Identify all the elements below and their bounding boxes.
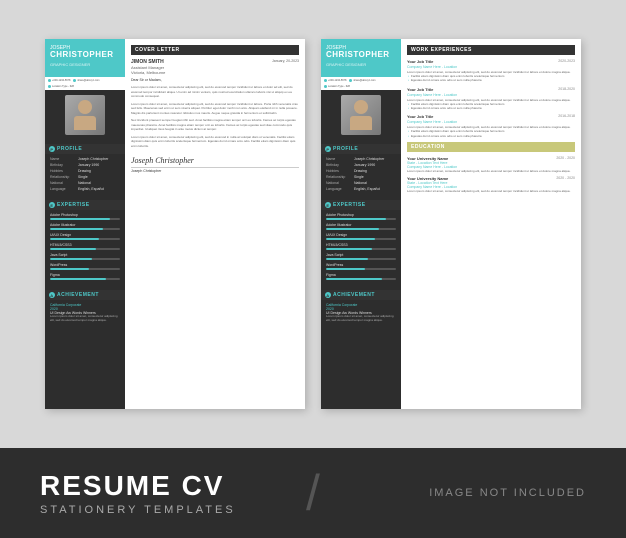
skill-uiux: UI/UX Design	[50, 233, 120, 240]
profile-lang-row: Language English, Español	[50, 187, 120, 191]
expertise-content-1: Adobe Photoshop Adobe Illustrator UI/UX …	[45, 210, 125, 286]
address-1: Location Type - 628	[48, 85, 74, 88]
achievement-content-2: California Corporate 2020 UI Design Aw W…	[321, 300, 401, 329]
cover-para-1: Lorem ipsum dolor sit amet, consectetur …	[131, 85, 299, 99]
banner-subtitle: STATIONERY TEMPLATES	[40, 504, 286, 516]
cover-letter-title: COVER LETTER	[131, 45, 299, 55]
last-name-2: CHRISTOPHER	[326, 51, 396, 60]
sidebar-header-2: JOSEPH CHRISTOPHER GRAPHIC DESIGNER	[321, 39, 401, 77]
head-shape-2	[354, 100, 368, 114]
resume-card-2: JOSEPH CHRISTOPHER GRAPHIC DESIGNER +000…	[321, 39, 581, 409]
edu-title: EDUCATION	[407, 142, 575, 152]
profile-name-row: Name Joseph Christopher	[50, 157, 120, 161]
edu-item-2: Your University Name State - Location Te…	[407, 176, 575, 193]
main-container: JOSEPH CHRISTOPHER GRAPHIC DESIGNER +000…	[0, 0, 626, 538]
phone-2: +000-1234-5678	[324, 79, 346, 82]
skill-js: Java Script	[50, 253, 120, 260]
achievement-icon-1: A	[49, 292, 55, 298]
skill-figma: Figma	[50, 273, 120, 280]
body-shape-2	[350, 116, 372, 130]
contact-bar-1: +000-1234-5678 share@abcxyz.com Location…	[45, 77, 125, 90]
sidebar-2: JOSEPH CHRISTOPHER GRAPHIC DESIGNER +000…	[321, 39, 401, 409]
profile-label-1: P PROFILE	[45, 144, 125, 154]
signature-text: Joseph Christopher	[131, 156, 299, 165]
job-title-2: GRAPHIC DESIGNER	[326, 62, 396, 67]
profile-icon-2: P	[325, 146, 331, 152]
email-2: share@abcxyz.com	[349, 79, 375, 82]
email-1: share@abcxyz.com	[73, 79, 99, 82]
banner-note: IMAGE NOT INCLUDED	[429, 487, 586, 499]
photo-2	[341, 95, 381, 135]
skill-photoshop: Adobe Photoshop	[50, 213, 120, 220]
work-exp-title: WORK EXPERIENCES	[407, 45, 575, 55]
head-shape-1	[78, 100, 92, 114]
resume-card-1: JOSEPH CHRISTOPHER GRAPHIC DESIGNER +000…	[45, 39, 305, 409]
profile-nation-row: National National	[50, 181, 120, 185]
profile-icon-1: P	[49, 146, 55, 152]
profile-bday-row: Birthday January 1990	[50, 163, 120, 167]
cover-para-4: Lorem ipsum dolor sit amet, consectetur …	[131, 135, 299, 149]
profile-content-2: Name Joseph Christopher Birthday January…	[321, 154, 401, 196]
job-title-1: GRAPHIC DESIGNER	[50, 62, 120, 67]
last-name-1: CHRISTOPHER	[50, 51, 120, 60]
achievement-icon-2: A	[325, 292, 331, 298]
expertise-icon-1: E	[49, 202, 55, 208]
achievement-label-1: A ACHIEVEMENT	[45, 290, 125, 300]
body-shape-1	[74, 116, 96, 130]
expertise-content-2: Adobe Photoshop Adobe Illustrator UI/UX …	[321, 210, 401, 286]
profile-hobbies-row: Hobbies Drawing	[50, 169, 120, 173]
banner-right: IMAGE NOT INCLUDED	[340, 487, 586, 499]
signature-label: Joseph Christopher	[131, 167, 299, 173]
top-section: JOSEPH CHRISTOPHER GRAPHIC DESIGNER +000…	[0, 0, 626, 448]
person-silhouette-1	[74, 100, 96, 130]
sidebar-header-1: JOSEPH CHRISTOPHER GRAPHIC DESIGNER	[45, 39, 125, 77]
main-content-1: COVER LETTER JIMON SMITH Assistant Manag…	[125, 39, 305, 409]
photo-1	[65, 95, 105, 135]
photo-placeholder-1	[65, 95, 105, 135]
work-item-3: Your Job Title 2016-2018 Company Name He…	[407, 114, 575, 138]
bottom-banner: RESUME CV STATIONERY TEMPLATES / IMAGE N…	[0, 448, 626, 538]
edu-item-1: Your University Name State - Location Te…	[407, 156, 575, 173]
photo-placeholder-2	[341, 95, 381, 135]
banner-left: RESUME CV STATIONERY TEMPLATES	[40, 470, 286, 516]
profile-label-2: P PROFILE	[321, 144, 401, 154]
skill-html: HTML5/CSS3	[50, 243, 120, 250]
contact-bar-2: +000-1234-5678 share@abcxyz.com Location…	[321, 77, 401, 90]
profile-rel-row: Relationship Single	[50, 175, 120, 179]
cover-greeting: Dear Sir or Madam,	[131, 78, 299, 82]
expertise-icon-2: E	[325, 202, 331, 208]
expertise-label-1: E EXPERTISE	[45, 200, 125, 210]
cover-meta: JIMON SMITH Assistant Manager Victoria, …	[131, 59, 299, 75]
profile-content-1: Name Joseph Christopher Birthday January…	[45, 154, 125, 196]
banner-divider: /	[306, 468, 320, 518]
expertise-label-2: E EXPERTISE	[321, 200, 401, 210]
banner-title: RESUME CV	[40, 470, 286, 502]
achievement-label-2: A ACHIEVEMENT	[321, 290, 401, 300]
sidebar-1: JOSEPH CHRISTOPHER GRAPHIC DESIGNER +000…	[45, 39, 125, 409]
phone-1: +000-1234-5678	[48, 79, 70, 82]
cover-para-2: Lorem ipsum dolor sit amet, consectetur …	[131, 102, 299, 116]
cover-signature: Joseph Christopher Joseph Christopher	[131, 156, 299, 173]
work-item-2: Your Job Title 2018-2020 Company Name He…	[407, 87, 575, 111]
skill-wp: WordPress	[50, 263, 120, 270]
cover-para-3: Nec tincidunt praesent semper feugiat ni…	[131, 118, 299, 132]
main-content-2: WORK EXPERIENCES Your Job Title 2020-202…	[401, 39, 581, 409]
skill-illustrator: Adobe Illustrator	[50, 223, 120, 230]
work-item-1: Your Job Title 2020-2023 Company Name He…	[407, 59, 575, 83]
cover-recipient: JIMON SMITH Assistant Manager Victoria, …	[131, 59, 165, 75]
address-2: Location Type - 628	[324, 85, 350, 88]
achievement-content-1: California Corporate 2020 UI Design Aw W…	[45, 300, 125, 329]
achievement-item-1: California Corporate 2020 UI Design Aw W…	[50, 303, 120, 323]
person-silhouette-2	[350, 100, 372, 130]
cover-date: January, 20-2023	[272, 59, 299, 75]
